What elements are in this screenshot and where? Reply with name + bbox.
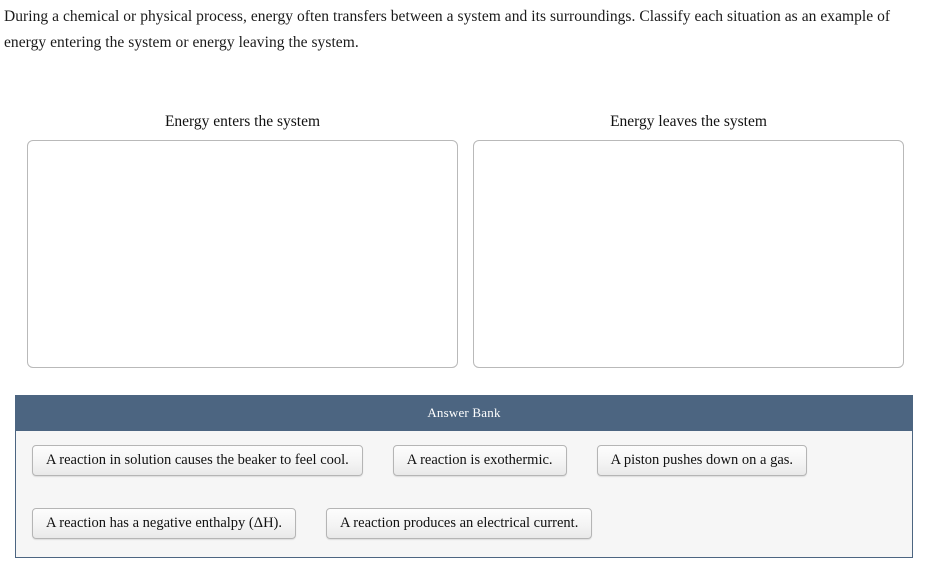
answer-tile[interactable]: A reaction has a negative enthalpy (ΔH). (32, 508, 297, 539)
drop-zone-box-energy-enters[interactable] (27, 140, 458, 368)
answer-tile[interactable]: A piston pushes down on a gas. (596, 445, 808, 476)
drop-zone-container: Energy enters the system Energy leaves t… (0, 112, 928, 377)
question-prompt: During a chemical or physical process, e… (4, 8, 891, 51)
drop-zone-box-energy-leaves[interactable] (473, 140, 904, 368)
answer-tile[interactable]: A reaction in solution causes the beaker… (32, 445, 363, 476)
answer-tile[interactable]: A reaction produces an electrical curren… (326, 508, 593, 539)
drop-zone-energy-enters[interactable]: Energy enters the system (27, 112, 458, 368)
drop-zone-title-energy-leaves: Energy leaves the system (610, 113, 767, 130)
answer-bank-row: A reaction in solution causes the beaker… (32, 445, 896, 476)
answer-bank-body: A reaction in solution causes the beaker… (16, 431, 912, 557)
drop-zone-energy-leaves[interactable]: Energy leaves the system (473, 112, 904, 368)
answer-bank-row: A reaction has a negative enthalpy (ΔH).… (32, 508, 896, 539)
answer-bank-panel: Answer Bank A reaction in solution cause… (15, 395, 913, 558)
answer-bank-header: Answer Bank (16, 396, 912, 431)
drop-zone-title-energy-enters: Energy enters the system (164, 113, 321, 130)
answer-tile[interactable]: A reaction is exothermic. (392, 445, 567, 476)
